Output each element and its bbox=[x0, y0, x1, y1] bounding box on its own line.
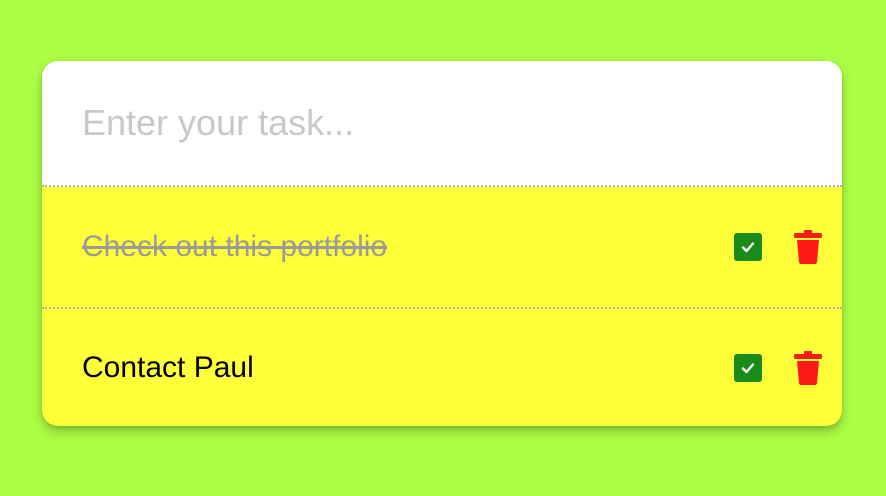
task-item: Check out this portfolio bbox=[42, 187, 842, 307]
complete-button[interactable] bbox=[734, 233, 762, 261]
task-input[interactable] bbox=[82, 102, 782, 144]
delete-button[interactable] bbox=[794, 351, 822, 385]
complete-button[interactable] bbox=[734, 354, 762, 382]
task-input-row bbox=[42, 61, 842, 187]
trash-icon bbox=[794, 230, 822, 264]
delete-button[interactable] bbox=[794, 230, 822, 264]
todo-card: Check out this portfolio Contact Paul bbox=[42, 61, 842, 426]
check-icon bbox=[741, 242, 755, 253]
task-item: Contact Paul bbox=[42, 307, 842, 426]
task-text: Contact Paul bbox=[82, 351, 254, 384]
check-icon bbox=[741, 363, 755, 374]
trash-icon bbox=[794, 351, 822, 385]
task-text: Check out this portfolio bbox=[82, 230, 388, 263]
